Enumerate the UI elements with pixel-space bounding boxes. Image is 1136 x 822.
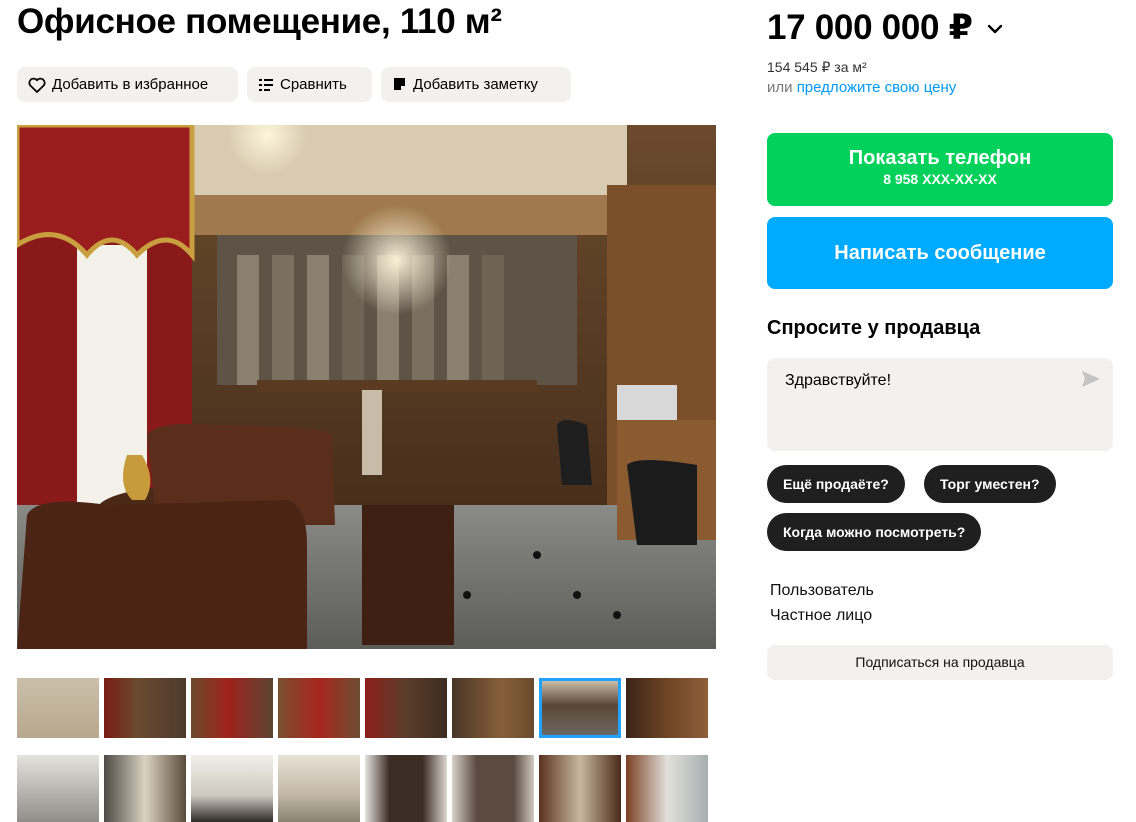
price-offer: или предложите свою цену [767,79,956,96]
thumbnail-row-2 [17,755,708,822]
thumbnail[interactable] [452,755,534,822]
thumbnail[interactable] [104,678,186,738]
note-icon [392,77,407,92]
compare-label: Сравнить [280,76,347,93]
thumbnail[interactable] [626,755,708,822]
quick-question-chip[interactable]: Ещё продаёте? [767,465,905,503]
thumbnail[interactable] [191,678,273,738]
thumbnail[interactable] [365,755,447,822]
main-photo[interactable] [17,125,716,649]
thumbnail[interactable] [17,755,99,822]
show-phone-button[interactable]: Показать телефон 8 958 XXX-XX-XX [767,133,1113,206]
listing-actions: Добавить в избранное Сравнить Добавить з… [17,67,571,102]
compare-button[interactable]: Сравнить [247,67,372,102]
seller-type: Частное лицо [770,607,873,624]
thumbnail[interactable] [104,755,186,822]
add-note-label: Добавить заметку [413,76,538,93]
quick-question-chip[interactable]: Торг уместен? [924,465,1056,503]
seller-name[interactable]: Пользователь [770,582,874,600]
write-message-button[interactable]: Написать сообщение [767,217,1113,289]
price-per-m2: 154 545 ₽ за м² [767,59,867,75]
listing-title: Офисное помещение, 110 м² [17,2,502,41]
add-to-favorites-button[interactable]: Добавить в избранное [17,67,238,102]
thumbnail-active[interactable] [539,678,621,738]
thumbnail[interactable] [278,755,360,822]
thumbnail[interactable] [452,678,534,738]
price: 17 000 000 ₽ [767,8,1003,48]
send-icon[interactable] [1081,370,1101,393]
price-value: 17 000 000 ₽ [767,8,973,47]
thumbnail[interactable] [191,755,273,822]
phone-number-masked: 8 958 XXX-XX-XX [883,171,997,187]
compare-icon [258,77,274,93]
subscribe-seller-button[interactable]: Подписаться на продавца [767,645,1113,680]
thumbnail[interactable] [17,678,99,738]
message-input[interactable]: Здравствуйте! [767,358,1113,451]
ask-seller-title: Спросите у продавца [767,317,981,339]
thumbnail[interactable] [365,678,447,738]
add-to-favorites-label: Добавить в избранное [52,76,209,93]
show-phone-label: Показать телефон [848,147,1032,169]
chevron-down-icon[interactable] [987,24,1003,34]
thumbnail[interactable] [539,755,621,822]
quick-question-chip[interactable]: Когда можно посмотреть? [767,513,982,551]
heart-icon [28,77,46,93]
thumbnail-row-1 [17,678,708,738]
thumbnail[interactable] [278,678,360,738]
offer-prefix: или [767,79,793,96]
thumbnail[interactable] [626,678,708,738]
add-note-button[interactable]: Добавить заметку [381,67,571,102]
offer-price-link[interactable]: предложите свою цену [797,79,957,96]
message-text: Здравствуйте! [785,372,892,389]
